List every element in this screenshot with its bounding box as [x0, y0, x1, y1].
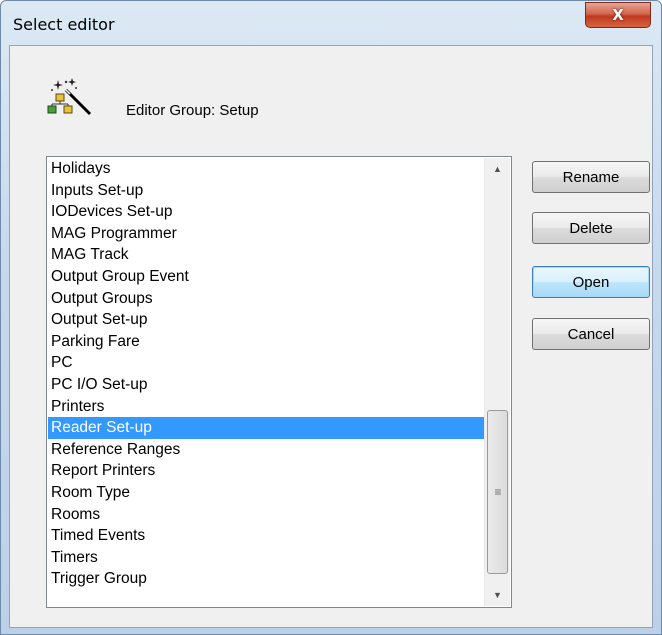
- list-item[interactable]: Rooms: [48, 504, 484, 526]
- list-item[interactable]: Parking Fare: [48, 331, 484, 353]
- list-item[interactable]: Output Group Event: [48, 266, 484, 288]
- editor-group-label: Editor Group: Setup: [126, 102, 259, 119]
- list-item[interactable]: MAG Programmer: [48, 223, 484, 245]
- list-item[interactable]: Holidays: [48, 158, 484, 180]
- list-item[interactable]: Report Printers: [48, 460, 484, 482]
- list-item[interactable]: Output Groups: [48, 288, 484, 310]
- close-icon: X: [612, 6, 624, 24]
- list-item[interactable]: Trigger Group: [48, 568, 484, 590]
- grip-icon: ≡: [494, 485, 501, 499]
- list-item[interactable]: Room Type: [48, 482, 484, 504]
- cancel-button[interactable]: Cancel: [532, 318, 650, 350]
- editor-list[interactable]: Holidays Inputs Set-up IODevices Set-up MAG…: [48, 158, 484, 590]
- list-item[interactable]: MAG Track: [48, 244, 484, 266]
- list-item[interactable]: Printers: [48, 396, 484, 418]
- close-button[interactable]: X: [585, 2, 651, 28]
- open-button[interactable]: Open: [532, 266, 650, 298]
- scrollbar-thumb[interactable]: ≡: [487, 410, 508, 574]
- scroll-down-arrow-icon[interactable]: ▼: [485, 584, 510, 606]
- dialog-window: Select editor X Editor Group: Setup Holi…: [0, 0, 662, 635]
- title-bar[interactable]: Select editor X: [1, 1, 661, 45]
- list-item[interactable]: Reader Set-up: [48, 417, 484, 439]
- list-item[interactable]: Output Set-up: [48, 309, 484, 331]
- rename-button[interactable]: Rename: [532, 161, 650, 193]
- scroll-up-arrow-icon[interactable]: ▲: [485, 158, 510, 180]
- list-item[interactable]: IODevices Set-up: [48, 201, 484, 223]
- list-item[interactable]: Timers: [48, 547, 484, 569]
- list-item[interactable]: PC I/O Set-up: [48, 374, 484, 396]
- delete-button[interactable]: Delete: [532, 212, 650, 244]
- editor-listbox[interactable]: Holidays Inputs Set-up IODevices Set-up MAG…: [46, 156, 512, 608]
- vertical-scrollbar[interactable]: ▲ ≡ ▼: [484, 158, 510, 606]
- list-item[interactable]: Timed Events: [48, 525, 484, 547]
- list-item[interactable]: Reference Ranges: [48, 439, 484, 461]
- list-item[interactable]: Inputs Set-up: [48, 180, 484, 202]
- list-item[interactable]: PC: [48, 352, 484, 374]
- window-title: Select editor: [13, 15, 115, 34]
- dialog-client-area: Editor Group: Setup Holidays Inputs Set-u…: [9, 45, 653, 628]
- magic-wand-hierarchy-icon: [47, 78, 92, 116]
